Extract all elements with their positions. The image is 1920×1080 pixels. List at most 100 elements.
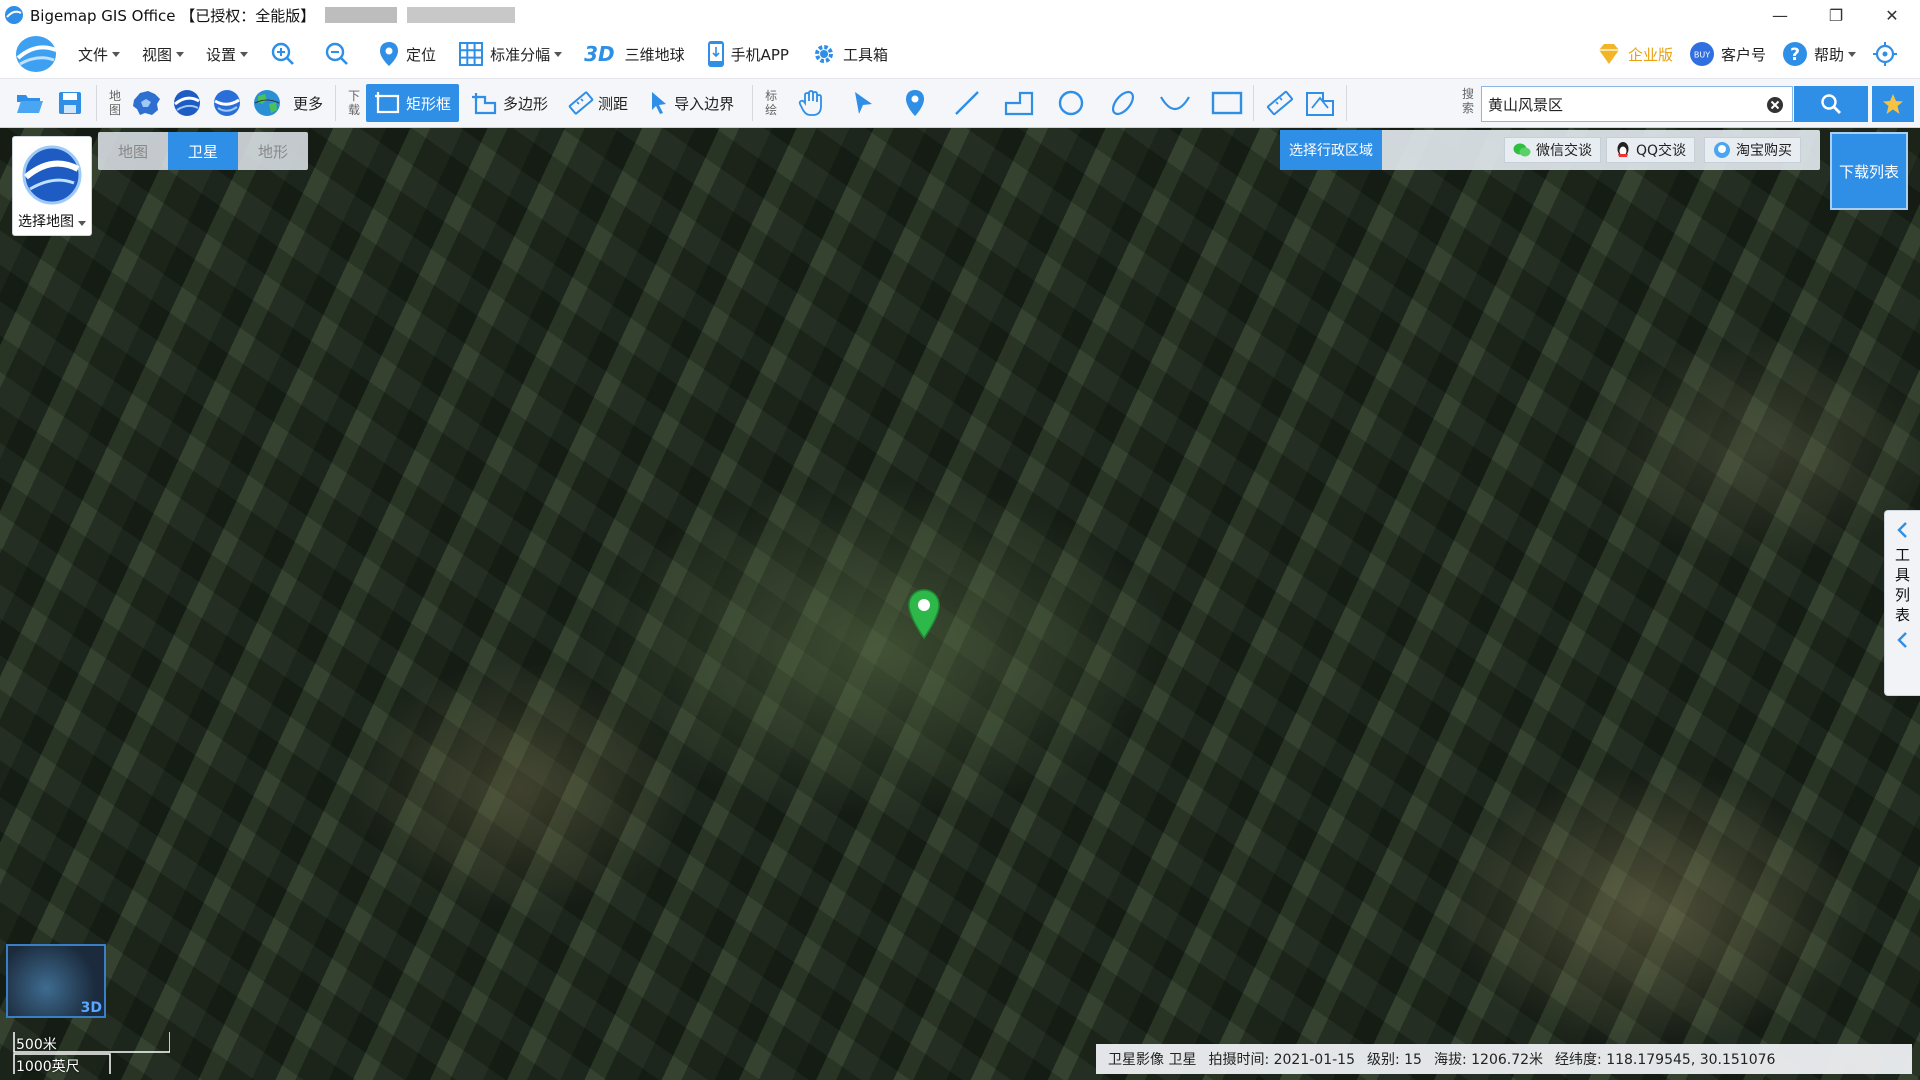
search-group-label: 搜索 <box>1461 87 1474 115</box>
map-source-china-button[interactable] <box>127 83 167 123</box>
draw-polyline-button[interactable] <box>999 83 1039 123</box>
window-controls: — ❐ ✕ <box>1752 0 1920 30</box>
tab-satellite[interactable]: 卫星 <box>168 132 238 170</box>
window-title: Bigemap GIS Office 【已授权：全能版】 <box>30 6 316 25</box>
tab-map[interactable]: 地图 <box>98 132 168 170</box>
toolbox-button[interactable]: 工具箱 <box>811 41 888 67</box>
taobao-icon <box>1714 142 1730 158</box>
line-icon <box>955 91 979 115</box>
enterprise-label: 企业版 <box>1627 45 1673 64</box>
select-map-label: 选择地图 <box>18 211 86 231</box>
qq-label: QQ交谈 <box>1636 143 1687 159</box>
open-file-button[interactable] <box>10 83 50 123</box>
save-button[interactable] <box>50 83 90 123</box>
search-box <box>1481 86 1793 122</box>
toolbar-separator <box>335 85 337 121</box>
locate-button[interactable]: 定位 <box>378 41 436 67</box>
measure-button[interactable]: 测距 <box>560 84 636 122</box>
search-input[interactable] <box>1482 88 1752 120</box>
polygon-select-icon <box>472 93 497 115</box>
select-map-button[interactable]: 选择地图 <box>12 136 92 236</box>
menubar-right: 企业版 BUY 客户号 ? 帮助 <box>1596 30 1910 78</box>
menu-settings[interactable]: 设置 <box>206 44 249 65</box>
measure-tool-button[interactable] <box>1260 83 1300 123</box>
wechat-chat-button[interactable]: 微信交谈 <box>1504 137 1601 163</box>
taobao-label: 淘宝购买 <box>1736 143 1792 159</box>
minimize-button[interactable]: — <box>1752 0 1808 30</box>
map-source-globe2-button[interactable] <box>207 83 247 123</box>
search-button[interactable] <box>1794 86 1868 122</box>
globe-3d-button[interactable]: 3D 三维地球 <box>584 42 685 66</box>
zoom-out-button[interactable] <box>324 41 356 67</box>
status-elevation: 海拔: 1206.72米 <box>1433 1052 1544 1068</box>
qq-chat-button[interactable]: QQ交谈 <box>1606 137 1696 163</box>
chevron-left-icon[interactable] <box>1896 521 1910 539</box>
tool-list-panel[interactable]: 工具列表 <box>1884 510 1920 696</box>
draw-curve-button[interactable] <box>1155 83 1195 123</box>
zoom-in-button[interactable] <box>270 41 302 67</box>
menu-file-label: 文件 <box>78 45 109 64</box>
restore-button[interactable]: ❐ <box>1808 0 1864 30</box>
full-extent-button[interactable] <box>1872 41 1904 67</box>
close-button[interactable]: ✕ <box>1864 0 1920 30</box>
chevron-down-icon <box>1848 51 1856 57</box>
draw-ellipse-button[interactable] <box>1103 83 1143 123</box>
curve-icon <box>1160 96 1191 111</box>
rectangle-icon <box>1211 91 1243 115</box>
download-list-button[interactable]: 下载列表 <box>1830 132 1908 210</box>
import-boundary-button[interactable]: 导入边界 <box>640 84 742 122</box>
map-source-globe1-button[interactable] <box>167 83 207 123</box>
standard-sheet-label: 标准分幅 <box>490 45 551 64</box>
more-maps-button[interactable]: 更多 <box>293 93 323 114</box>
help-label: 帮助 <box>1813 45 1844 64</box>
tab-terrain[interactable]: 地形 <box>238 132 308 170</box>
scale-metric: 500米 <box>16 1037 57 1053</box>
chevron-down-icon <box>554 51 563 57</box>
select-pointer-button[interactable] <box>843 83 883 123</box>
select-map-text: 选择地图 <box>18 214 74 230</box>
scale-imperial: 1000英尺 <box>16 1059 80 1075</box>
favorites-button[interactable] <box>1872 86 1914 122</box>
help-menu[interactable]: ? 帮助 <box>1782 41 1856 67</box>
area-tool-button[interactable] <box>1300 83 1340 123</box>
rect-select-button[interactable]: 矩形框 <box>366 84 460 122</box>
customer-number-button[interactable]: BUY 客户号 <box>1689 41 1766 67</box>
help-icon: ? <box>1782 42 1807 66</box>
bigemap-logo-icon <box>16 36 57 72</box>
enterprise-button[interactable]: 企业版 <box>1596 41 1673 67</box>
wechat-label: 微信交谈 <box>1536 143 1592 159</box>
standard-sheet-menu[interactable]: 标准分幅 <box>458 41 563 67</box>
menu-file[interactable]: 文件 <box>78 44 121 65</box>
toolbar-separator <box>752 85 754 121</box>
mobile-phone-icon <box>707 41 724 67</box>
rectangle-select-icon <box>375 92 400 114</box>
select-admin-region-button[interactable]: 选择行政区域 <box>1280 130 1382 170</box>
minimap-3d-label: 3D <box>80 1000 102 1016</box>
status-bar: 卫星影像 卫星 拍摄时间: 2021-01-15 级别: 15 海拔: 1206… <box>1096 1044 1912 1074</box>
globe-minimap[interactable]: 3D <box>6 944 106 1018</box>
ellipse-icon <box>1112 90 1135 116</box>
polygon-select-button[interactable]: 多边形 <box>463 84 556 122</box>
map-source-earth-button[interactable] <box>247 83 287 123</box>
taobao-buy-button[interactable]: 淘宝购买 <box>1704 137 1801 163</box>
map-canvas[interactable]: 选择地图 地图 卫星 地形 选择行政区域 微信交谈 QQ交谈 淘宝购买 下载列表… <box>0 128 1920 1080</box>
clear-search-icon[interactable] <box>1766 96 1784 114</box>
draw-rectangle-button[interactable] <box>1207 83 1247 123</box>
draw-point-button[interactable] <box>895 83 935 123</box>
globe-3d-label: 三维地球 <box>624 45 685 64</box>
draw-line-button[interactable] <box>947 83 987 123</box>
chevron-left-icon[interactable] <box>1896 631 1910 649</box>
mobile-app-button[interactable]: 手机APP <box>707 40 789 68</box>
admin-region-bar: 选择行政区域 微信交谈 QQ交谈 淘宝购买 <box>1280 130 1820 170</box>
title-bar: Bigemap GIS Office 【已授权：全能版】 — ❐ ✕ <box>0 0 1920 30</box>
pan-button[interactable] <box>791 83 831 123</box>
rect-select-label: 矩形框 <box>406 94 452 113</box>
wechat-icon <box>1513 143 1531 157</box>
menu-view[interactable]: 视图 <box>142 44 185 65</box>
toolbar-separator <box>1346 85 1348 121</box>
import-boundary-label: 导入边界 <box>674 94 735 113</box>
hand-icon <box>798 90 822 116</box>
map-marker-icon[interactable] <box>906 588 942 640</box>
star-icon <box>1883 94 1903 114</box>
draw-circle-button[interactable] <box>1051 83 1091 123</box>
